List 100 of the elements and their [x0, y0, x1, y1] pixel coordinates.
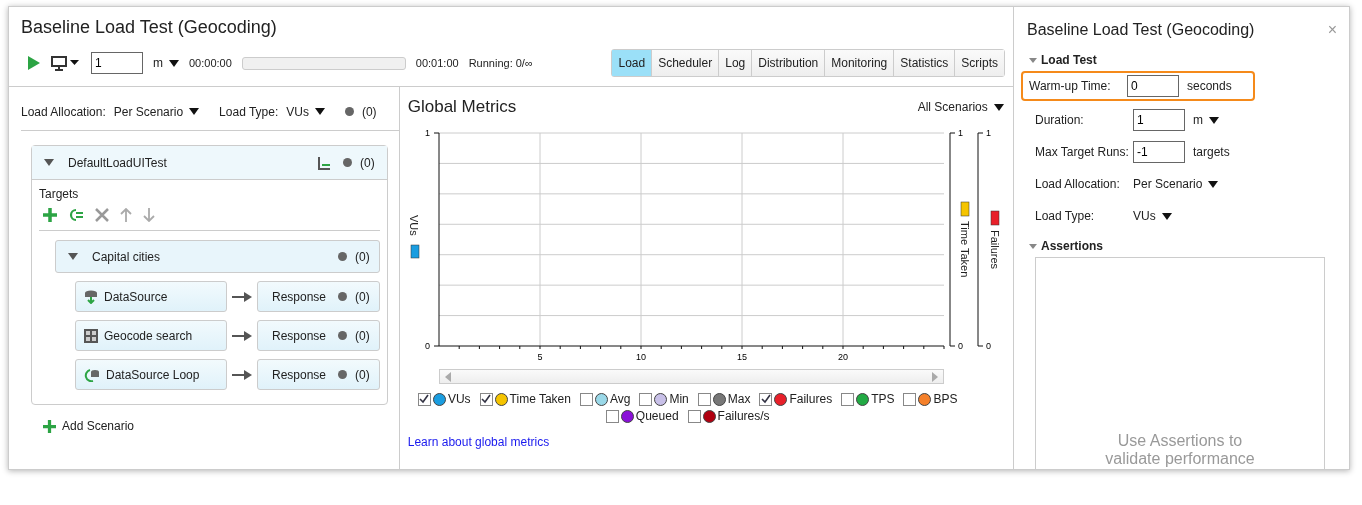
horizontal-scrollbar[interactable] [438, 369, 944, 384]
count: (0) [360, 155, 375, 170]
load-allocation-dropdown[interactable]: Per Scenario [113, 104, 200, 119]
tab[interactable]: Scheduler [651, 50, 719, 76]
output-node[interactable]: Response (0) [257, 281, 380, 312]
input-field[interactable]: 1 [1133, 109, 1185, 131]
tick-label: 0 [985, 341, 991, 351]
target-name: DataSource [104, 289, 168, 304]
unit-dropdown[interactable]: m [1193, 113, 1219, 127]
expand-icon[interactable] [44, 159, 54, 166]
panel-title: Baseline Load Test (Geocoding) [1027, 21, 1255, 39]
legend-label: Failures [789, 392, 833, 406]
help-link[interactable]: Learn about global metrics [407, 435, 550, 449]
checkbox[interactable] [841, 392, 855, 406]
status-dot-icon [338, 292, 348, 301]
tick-label: 1 [957, 128, 963, 138]
scenario-filter-dropdown[interactable]: All Scenarios [917, 100, 1004, 114]
chart-icon[interactable] [317, 155, 332, 170]
input-field[interactable]: -1 [1133, 141, 1185, 163]
checkbox[interactable] [417, 392, 431, 406]
output-node[interactable]: Response (0) [257, 320, 380, 351]
unit-label: seconds [1187, 79, 1232, 93]
targets-label: Targets [39, 187, 80, 201]
legend-label: Min [669, 392, 689, 406]
expand-icon[interactable] [68, 253, 78, 260]
target-node[interactable]: DataSource Loop [75, 359, 227, 390]
unit-dropdown[interactable]: m [153, 56, 179, 70]
window-title: Baseline Load Test (Geocoding) [20, 16, 278, 39]
loop-icon[interactable] [68, 208, 84, 222]
legend-label: BPS [933, 392, 958, 406]
scroll-right-icon[interactable] [930, 371, 939, 382]
checkbox[interactable] [479, 392, 493, 406]
output-name: Response [272, 328, 327, 343]
field-label: Duration: [1035, 113, 1085, 127]
legend-label: TPS [871, 392, 895, 406]
load-allocation-label: Load Allocation: [21, 104, 106, 119]
monitor-dropdown-icon[interactable] [51, 55, 81, 71]
legend-label: Time Taken [509, 392, 571, 406]
unit-label: targets [1193, 145, 1230, 159]
tab[interactable]: Load [612, 50, 652, 76]
arrow-up-icon[interactable] [120, 208, 132, 222]
dropdown[interactable]: Per Scenario [1133, 177, 1219, 191]
add-icon[interactable] [43, 208, 57, 222]
rest-icon [84, 328, 98, 343]
section-title: Global Metrics [407, 97, 517, 117]
checkbox[interactable] [605, 409, 619, 423]
target-node[interactable]: Geocode search [75, 320, 227, 351]
field-label: Warm-up Time: [1029, 79, 1112, 93]
checkbox[interactable] [697, 392, 711, 406]
status-dot-icon [344, 107, 354, 116]
count: (0) [355, 289, 370, 304]
arrow-icon [232, 369, 252, 380]
group-name: Capital cities [92, 249, 162, 264]
add-icon [43, 419, 56, 433]
tick-label: 10 [635, 352, 646, 362]
tab[interactable]: Scripts [954, 50, 1004, 76]
scroll-left-icon[interactable] [443, 371, 452, 382]
checkbox[interactable] [903, 392, 917, 406]
elapsed-time: 00:00:00 [189, 57, 232, 69]
load-type-dropdown[interactable]: VUs [286, 104, 325, 119]
checkbox[interactable] [759, 392, 773, 406]
tab[interactable]: Log [718, 50, 752, 76]
dropdown[interactable]: VUs [1133, 209, 1172, 223]
status-dot-icon [338, 370, 348, 379]
count: (0) [355, 367, 370, 382]
add-scenario-button[interactable]: Add Scenario [43, 419, 135, 433]
count: (0) [361, 104, 377, 119]
checkbox[interactable] [687, 409, 701, 423]
tick-label: 5 [537, 352, 543, 362]
target-name: Geocode search [104, 328, 193, 343]
group-header[interactable]: Capital cities (0) [55, 240, 380, 273]
arrow-down-icon[interactable] [143, 208, 155, 222]
section-header: Assertions [1041, 239, 1104, 253]
count: (0) [355, 328, 370, 343]
axis-label: VUs [407, 215, 420, 236]
legend-label: Queued [635, 409, 679, 423]
status-dot-icon [343, 158, 353, 167]
target-node[interactable]: DataSource [75, 281, 227, 312]
loop-database-icon [84, 367, 100, 382]
output-name: Response [272, 289, 327, 304]
output-name: Response [272, 367, 327, 382]
tick-label: 20 [837, 352, 848, 362]
delete-icon[interactable] [95, 208, 109, 222]
status-dot-icon [338, 331, 348, 340]
duration-field[interactable]: 1 [91, 52, 143, 74]
play-icon[interactable] [27, 55, 41, 71]
tick-label: 1 [424, 128, 430, 138]
count: (0) [355, 249, 370, 264]
tab[interactable]: Monitoring [824, 50, 894, 76]
tick-label: 0 [424, 341, 430, 351]
tick-label: 1 [985, 128, 991, 138]
empty-hint: Use Assertions to validate performance [1104, 432, 1256, 468]
section-header: Load Test [1041, 53, 1097, 67]
tab[interactable]: Statistics [893, 50, 955, 76]
field-label: Max Target Runs: [1035, 145, 1130, 159]
output-node[interactable]: Response (0) [257, 359, 380, 390]
input-field[interactable]: 0 [1127, 75, 1179, 97]
checkbox[interactable] [579, 392, 593, 406]
tab[interactable]: Distribution [751, 50, 825, 76]
checkbox[interactable] [639, 392, 653, 406]
